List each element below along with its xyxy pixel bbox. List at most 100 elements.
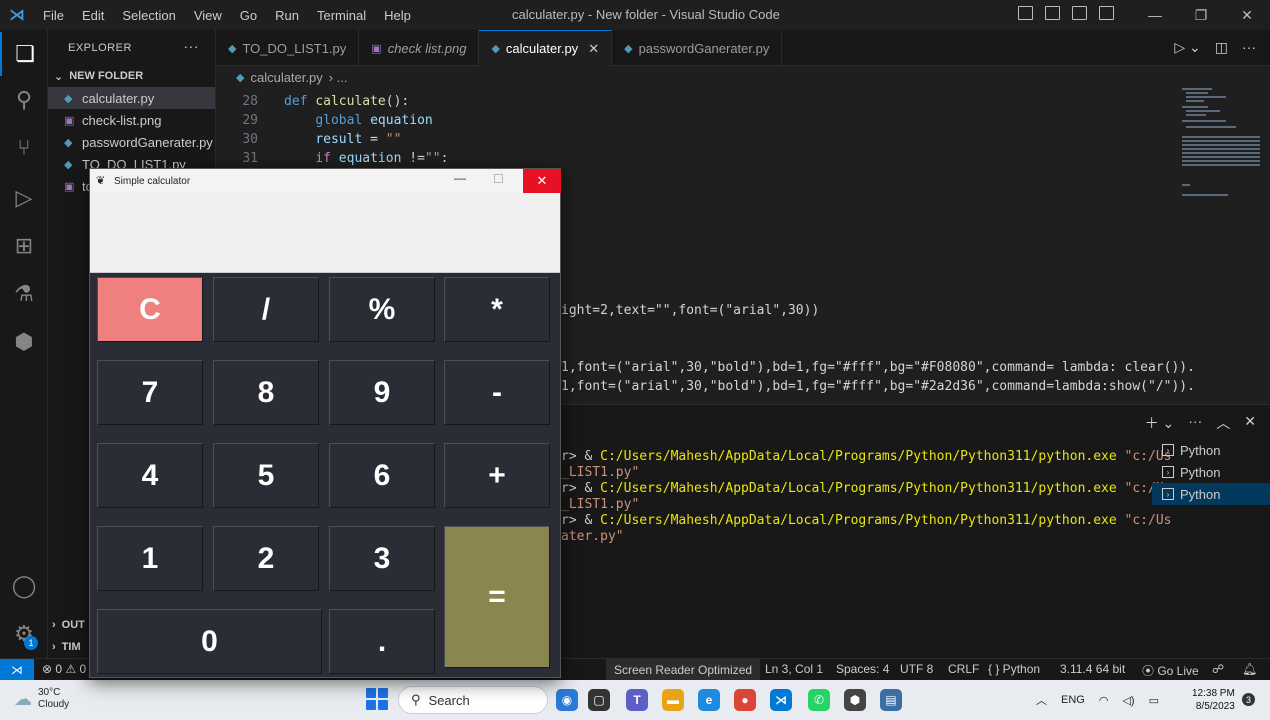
run-file-icon[interactable]: ▷ ⌄ <box>1174 39 1200 56</box>
run-debug-icon[interactable]: ▷ <box>0 176 48 220</box>
close-icon[interactable]: ✕ <box>1224 0 1270 30</box>
notification-count[interactable]: 3 <box>1242 693 1255 706</box>
menu-go[interactable]: Go <box>231 8 266 23</box>
menu-edit[interactable]: Edit <box>73 8 113 23</box>
task-view-icon[interactable]: ▢ <box>588 689 610 711</box>
restore-icon[interactable]: ❐ <box>1178 0 1224 30</box>
screen-reader-status[interactable]: Screen Reader Optimized <box>606 659 761 681</box>
tab-close-icon[interactable]: ✕ <box>588 41 599 57</box>
remote-icon[interactable]: ⋊ <box>0 659 34 681</box>
calculator-title-bar[interactable]: ❦ Simple calculator <box>90 169 560 193</box>
tab-calculater[interactable]: ◆ calculater.py ✕ <box>479 30 613 66</box>
maximize-panel-icon[interactable]: ︿ <box>1216 413 1230 433</box>
cursor-position[interactable]: Ln 3, Col 1 <box>765 662 823 676</box>
language-indicator[interactable]: ENG <box>1061 694 1085 706</box>
menu-file[interactable]: File <box>34 8 73 23</box>
digit-0-button[interactable]: 0 <box>97 609 322 674</box>
file-check-list-png[interactable]: ▣ check-list.png <box>48 109 215 131</box>
clock[interactable]: 12:38 PM 8/5/2023 <box>1192 687 1235 713</box>
notifications-bell-icon[interactable]: 🔔︎ <box>1242 662 1257 676</box>
terminal-instance[interactable]: › Python <box>1152 483 1270 505</box>
minus-button[interactable]: - <box>444 360 550 425</box>
calculator-display[interactable] <box>90 193 560 273</box>
digit-2-button[interactable]: 2 <box>213 526 319 591</box>
digit-9-button[interactable]: 9 <box>329 360 435 425</box>
decimal-button[interactable]: . <box>329 609 435 674</box>
file-calculater-py[interactable]: ◆ calculater.py <box>48 87 215 109</box>
go-live-button[interactable]: ⦿ Go Live <box>1142 662 1199 679</box>
battery-icon[interactable]: ▭ <box>1149 694 1159 707</box>
calc-minimize-icon[interactable]: — <box>454 171 466 185</box>
digit-3-button[interactable]: 3 <box>329 526 435 591</box>
minimize-icon[interactable]: — <box>1132 0 1178 30</box>
modulo-button[interactable]: % <box>329 277 435 342</box>
toggle-panel-icon[interactable] <box>1045 6 1060 20</box>
explorer-icon[interactable]: ❏ <box>0 32 48 76</box>
menu-terminal[interactable]: Terminal <box>308 8 375 23</box>
wifi-icon[interactable]: ◠ <box>1099 694 1109 707</box>
digit-7-button[interactable]: 7 <box>97 360 203 425</box>
tab-to-do-list1[interactable]: ◆ TO_DO_LIST1.py <box>216 30 360 66</box>
plus-button[interactable]: + <box>444 443 550 508</box>
menu-run[interactable]: Run <box>266 8 308 23</box>
menu-view[interactable]: View <box>185 8 231 23</box>
volume-icon[interactable]: ◁) <box>1122 694 1134 707</box>
account-icon[interactable]: ◯ <box>0 564 48 608</box>
weather-widget[interactable]: ☁ 30°C Cloudy <box>14 687 69 711</box>
vscode-app-icon[interactable]: ⋊ <box>770 689 792 711</box>
digit-6-button[interactable]: 6 <box>329 443 435 508</box>
calc-maximize-icon[interactable] <box>494 174 503 183</box>
multiply-button[interactable]: * <box>444 277 550 342</box>
menu-selection[interactable]: Selection <box>113 8 184 23</box>
whatsapp-app-icon[interactable]: ✆ <box>808 689 830 711</box>
outline-section[interactable]: › OUT <box>48 614 85 636</box>
edge-browser-icon[interactable]: e <box>698 689 720 711</box>
manage-gear-icon[interactable]: ⚙ 1 <box>0 612 48 656</box>
python-icon[interactable]: ⬢ <box>0 320 48 364</box>
feedback-icon[interactable]: ☍ <box>1212 662 1224 676</box>
minimap[interactable] <box>1180 86 1260 206</box>
problems-status[interactable]: ⊗ 0 ⚠ 0 <box>42 662 86 676</box>
breadcrumb-file[interactable]: calculater.py <box>250 70 322 85</box>
divide-button[interactable]: / <box>213 277 319 342</box>
terminal-instance[interactable]: › Python <box>1152 439 1270 461</box>
calc-close-button[interactable]: ✕ <box>523 169 561 193</box>
split-editor-icon[interactable]: ◫ <box>1215 39 1228 56</box>
copilot-app-icon[interactable]: ◉ <box>556 689 578 711</box>
digit-4-button[interactable]: 4 <box>97 443 203 508</box>
menu-help[interactable]: Help <box>375 8 420 23</box>
indentation[interactable]: Spaces: 4 <box>836 662 889 676</box>
start-button[interactable] <box>366 688 388 710</box>
file-explorer-icon[interactable]: ▬ <box>662 689 684 711</box>
digit-8-button[interactable]: 8 <box>213 360 319 425</box>
calculator-window-icon[interactable]: ▤ <box>880 689 902 711</box>
python-version[interactable]: 3.11.4 64 bit <box>1060 662 1125 676</box>
tab-check-list[interactable]: ▣ check list.png <box>359 30 480 66</box>
taskbar-search[interactable]: ⚲ Search <box>398 686 548 714</box>
language-mode[interactable]: { } Python <box>988 662 1040 676</box>
breadcrumb-rest[interactable]: › ... <box>329 70 348 85</box>
testing-icon[interactable]: ⚗ <box>0 272 48 316</box>
digit-1-button[interactable]: 1 <box>97 526 203 591</box>
encoding[interactable]: UTF 8 <box>900 662 933 676</box>
line-ending[interactable]: CRLF <box>948 662 979 676</box>
file-passwordganerater-py[interactable]: ◆ passwordGanerater.py <box>48 131 215 153</box>
digit-5-button[interactable]: 5 <box>213 443 319 508</box>
more-actions-icon[interactable]: ··· <box>1188 413 1202 433</box>
toggle-sidebar-icon[interactable] <box>1018 6 1033 20</box>
equals-button[interactable]: = <box>444 526 550 668</box>
customize-layout-icon[interactable] <box>1099 6 1114 20</box>
clear-button[interactable]: C <box>97 277 203 342</box>
more-actions-icon[interactable]: ··· <box>184 38 200 54</box>
extensions-icon[interactable]: ⊞ <box>0 224 48 268</box>
search-icon[interactable]: ⚲ <box>0 78 48 122</box>
folder-new-folder[interactable]: ⌄ NEW FOLDER <box>48 65 215 87</box>
tab-passwordganerater[interactable]: ◆ passwordGanerater.py <box>612 30 783 66</box>
python-app-icon[interactable]: ⬢ <box>844 689 866 711</box>
source-control-icon[interactable]: ⑂ <box>0 126 48 170</box>
timeline-section[interactable]: › TIM <box>48 636 81 658</box>
teams-app-icon[interactable]: T <box>626 689 648 711</box>
chrome-browser-icon[interactable]: ● <box>734 689 756 711</box>
new-terminal-icon[interactable]: ＋ ⌄ <box>1145 413 1175 433</box>
chevron-up-icon[interactable]: ︿ <box>1036 692 1047 708</box>
